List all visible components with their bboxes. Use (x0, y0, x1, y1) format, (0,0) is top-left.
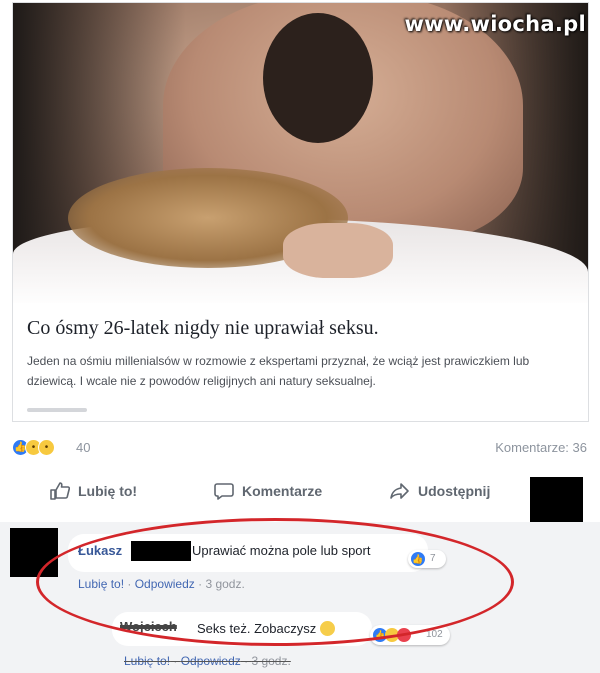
haha-icon: • (38, 439, 55, 456)
like-button[interactable]: Lubię to! (50, 482, 137, 500)
comments-count[interactable]: Komentarze: 36 (495, 440, 587, 455)
comment-bubble: Łukasz Uprawiać można pole lub sport (68, 534, 428, 572)
share-arrow-icon (390, 482, 410, 500)
speech-bubble-icon (214, 482, 234, 500)
reply-like-link[interactable]: Lubię to! (124, 654, 170, 668)
love-icon (397, 628, 411, 642)
author-name-redaction (131, 541, 191, 561)
photo-figure-arm (283, 223, 393, 278)
reply-bubble: Wojciech Seks też. Zobaczysz (112, 612, 372, 646)
reply-text: Seks też. Zobaczysz (197, 621, 317, 636)
reply-reaction-count: 102 (426, 629, 443, 640)
comment-button-label: Komentarze (242, 483, 323, 499)
reply-reactions-badge[interactable]: 👍 102 (370, 625, 450, 645)
smile-emoji-icon (320, 621, 336, 636)
article-photo[interactable] (13, 3, 588, 303)
comment-reactions-badge[interactable]: 👍 7 (408, 550, 446, 568)
comment-like-link[interactable]: Lubię to! (78, 577, 124, 591)
comment-timestamp: 3 godz. (205, 577, 245, 591)
comment-author[interactable]: Łukasz (78, 543, 122, 558)
article-description: Jeden na ośmiu millenialsów w rozmowie z… (27, 354, 530, 388)
share-button[interactable]: Udostępnij (390, 482, 490, 500)
reactions-summary[interactable]: 👍 • • 40 Komentarze: 36 (12, 439, 587, 461)
like-icon: 👍 (411, 552, 425, 566)
comment-button[interactable]: Komentarze (214, 482, 322, 500)
reply-timestamp: 3 godz. (251, 654, 291, 668)
share-button-label: Udostępnij (418, 483, 491, 499)
comment-reaction-count: 7 (430, 553, 436, 564)
commenter-avatar-redacted[interactable] (10, 528, 58, 577)
site-watermark: www.wiocha.pl (404, 12, 586, 36)
article-card[interactable]: Co ósmy 26-latek nigdy nie uprawiał seks… (12, 2, 589, 422)
redaction-box (530, 477, 583, 522)
article-title[interactable]: Co ósmy 26-latek nigdy nie uprawiał seks… (27, 317, 379, 340)
reply-author-struck[interactable]: Wojciech (120, 619, 177, 634)
reply-reply-link[interactable]: Odpowiedz (181, 654, 241, 668)
reply-meta: Lubię to! · Odpowiedz · 3 godz. (124, 654, 291, 668)
comment-meta: Lubię to! · Odpowiedz · 3 godz. (78, 577, 245, 591)
photo-figure-head (263, 13, 373, 143)
action-bar: Lubię to! Komentarze Udostępnij (12, 470, 517, 515)
comment-text: Uprawiać można pole lub sport (192, 543, 371, 558)
reactions-count[interactable]: 40 (76, 440, 90, 455)
reply-text-wrap: Seks też. Zobaczysz (197, 621, 336, 636)
article-source-blurred (27, 406, 87, 417)
like-button-label: Lubię to! (78, 483, 138, 499)
reply-avatar[interactable] (82, 617, 110, 645)
thumbs-up-icon (50, 482, 71, 500)
comment-reply-link[interactable]: Odpowiedz (135, 577, 195, 591)
